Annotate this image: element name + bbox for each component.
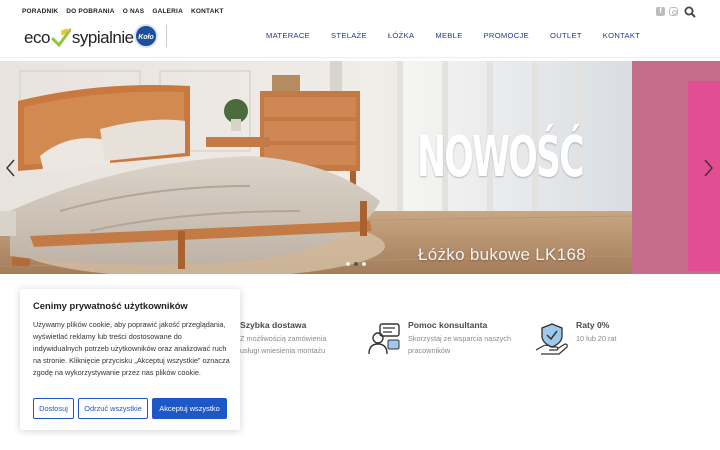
top-link-o-nas[interactable]: O NAS (123, 8, 145, 15)
feature-title: Pomoc konsultanta (408, 320, 488, 330)
reject-all-button[interactable]: Odrzuć wszystkie (78, 398, 148, 419)
shield-hand-icon (535, 323, 568, 355)
logo-text-eco: eco (24, 28, 50, 47)
main-header: eco sypialnie Koło MATERACE STELAŻE ŁÓŻK… (0, 22, 720, 58)
logo-text-sypialnie: sypialnie (71, 28, 134, 47)
nav-meble[interactable]: MEBLE (435, 31, 462, 40)
feature-desc-line: usługi wniesienia montażu (240, 346, 326, 355)
top-link-kontakt[interactable]: KONTAKT (191, 8, 224, 15)
header-divider (166, 25, 167, 47)
slider-dot-1[interactable] (346, 262, 350, 266)
hero-slider (0, 61, 720, 274)
feature-desc: Skorzystaj ze wsparcia naszych pracownik… (408, 333, 511, 357)
nav-stelaze[interactable]: STELAŻE (331, 31, 367, 40)
top-link-do-pobrania[interactable]: DO POBRANIA (66, 8, 114, 15)
social-links: f (656, 7, 678, 16)
slider-dot-2[interactable] (354, 262, 358, 266)
feature-desc-line: pracowników (408, 346, 451, 355)
feature-delivery: Szybka dostawa Z możliwością zamówienia … (240, 320, 326, 357)
nav-lozka[interactable]: ŁÓŻKA (388, 31, 414, 40)
nav-outlet[interactable]: OUTLET (550, 31, 582, 40)
slider-dot-3[interactable] (362, 262, 366, 266)
feature-desc-line: 10 lub 20 rat (576, 334, 617, 343)
search-icon[interactable] (684, 6, 696, 18)
feature-desc-line: Skorzystaj ze wsparcia naszych (408, 334, 512, 343)
top-utility-bar: PORADNIK DO POBRANIA O NAS GALERIA KONTA… (0, 0, 720, 24)
feature-title: Raty 0% (576, 320, 610, 330)
top-link-galeria[interactable]: GALERIA (152, 8, 183, 15)
hero-subtitle: Łóżko bukowe LK168 (418, 245, 586, 264)
facebook-icon[interactable]: f (656, 7, 665, 16)
top-link-poradnik[interactable]: PORADNIK (22, 8, 58, 15)
chevron-left-icon[interactable] (4, 158, 18, 178)
feature-installments: Raty 0% 10 lub 20 rat (576, 320, 617, 345)
feature-desc-line: Z możliwością zamówienia (240, 334, 327, 343)
main-nav: MATERACE STELAŻE ŁÓŻKA MEBLE PROMOCJE OU… (266, 31, 661, 40)
feature-desc: Z możliwością zamówienia usługi wniesien… (240, 333, 326, 357)
feature-title: Szybka dostawa (240, 320, 307, 330)
chevron-right-icon[interactable] (701, 158, 715, 178)
feature-consultant: Pomoc konsultanta Skorzystaj ze wsparcia… (408, 320, 511, 357)
logo[interactable]: eco sypialnie (24, 25, 134, 51)
nav-promocje[interactable]: PROMOCJE (484, 31, 529, 40)
nav-kontakt[interactable]: KONTAKT (603, 31, 640, 40)
cookie-title: Cenimy prywatność użytkowników (33, 300, 188, 311)
consultant-icon (368, 323, 400, 355)
feature-desc: 10 lub 20 rat (576, 333, 617, 345)
nav-materace[interactable]: MATERACE (266, 31, 310, 40)
slider-dots (346, 262, 366, 266)
cookie-consent-banner: Cenimy prywatność użytkowników Używamy p… (20, 289, 240, 430)
cookie-buttons: Dostosuj Odrzuć wszystkie Akceptuj wszys… (33, 398, 227, 419)
customize-button[interactable]: Dostosuj (33, 398, 74, 419)
accept-all-button[interactable]: Akceptuj wszystko (152, 398, 227, 419)
top-links: PORADNIK DO POBRANIA O NAS GALERIA KONTA… (22, 8, 224, 15)
hero-title: NOWOŚĆ (417, 125, 585, 190)
leaf-check-icon (51, 28, 71, 48)
cookie-text: Używamy plików cookie, aby poprawić jako… (33, 320, 230, 377)
instagram-icon[interactable] (669, 7, 678, 16)
kolo-badge: Koło (134, 24, 158, 48)
